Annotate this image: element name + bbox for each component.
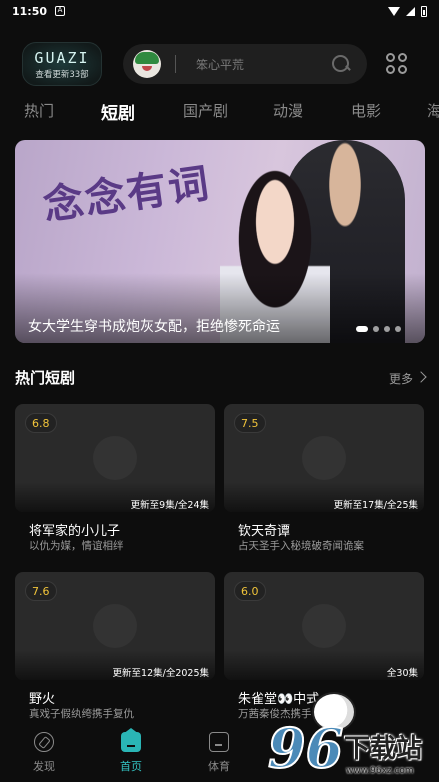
drama-card[interactable]: 6.8 更新至9集/全24集 将军家的小儿子 以仇为媒，情谊相绊 <box>15 404 215 554</box>
image-placeholder-icon <box>302 604 346 648</box>
home-icon <box>121 728 141 752</box>
nav-discover[interactable]: 发现 <box>14 732 74 774</box>
tab-more[interactable]: 海 <box>427 100 439 121</box>
banner-pagination <box>356 326 401 332</box>
app-logo[interactable]: GUAZI 查看更新33部 <box>22 42 102 86</box>
tab-short-drama[interactable]: 短剧 <box>101 99 135 124</box>
chevron-right-icon[interactable] <box>415 371 427 383</box>
search-divider <box>175 55 176 73</box>
nav-sports[interactable]: 体育 <box>189 732 249 774</box>
status-time: 11:50 <box>12 4 48 18</box>
top-bar: GUAZI 查看更新33部 笨心平荒 <box>0 40 439 88</box>
pagination-dot[interactable] <box>384 326 390 332</box>
sport-icon <box>209 732 229 752</box>
tab-anime[interactable]: 动漫 <box>273 100 303 121</box>
logo-text: GUAZI <box>34 49 90 67</box>
watermark-number: 96 <box>267 716 344 780</box>
episode-status: 更新至12集/全2025集 <box>112 668 209 679</box>
more-link[interactable]: 更多 <box>389 370 413 387</box>
drama-card[interactable]: 7.5 更新至17集/全25集 钦天奇谭 占天圣手入秘境破奇闻诡案 <box>224 404 424 554</box>
drama-thumbnail[interactable]: 6.0 全30集 <box>224 572 424 680</box>
rating-badge: 7.6 <box>25 581 57 601</box>
search-bar[interactable]: 笨心平荒 <box>123 44 367 84</box>
wifi-icon <box>388 6 400 16</box>
drama-title[interactable]: 将军家的小儿子 <box>29 520 120 539</box>
drama-title[interactable]: 钦天奇谭 <box>238 520 290 539</box>
image-placeholder-icon <box>302 436 346 480</box>
avatar[interactable] <box>133 50 161 78</box>
image-placeholder-icon <box>93 604 137 648</box>
tab-hot[interactable]: 热门 <box>24 100 54 121</box>
site-watermark: 96 下载站 www.96xz.com <box>262 690 439 782</box>
episode-status: 全30集 <box>386 668 418 679</box>
pagination-dot[interactable] <box>395 326 401 332</box>
categories-grid-icon[interactable] <box>386 53 410 77</box>
drama-title[interactable]: 野火 <box>29 688 55 707</box>
tab-movie[interactable]: 电影 <box>351 100 381 121</box>
episode-status: 更新至17集/全25集 <box>333 500 418 511</box>
drama-description: 占天圣手入秘境破奇闻诡案 <box>238 540 364 552</box>
banner-caption: 女大学生穿书成炮灰女配，拒绝惨死命运 <box>28 319 280 335</box>
status-bar: 11:50 A <box>0 0 439 22</box>
image-placeholder-icon <box>93 436 137 480</box>
drama-thumbnail[interactable]: 7.5 更新至17集/全25集 <box>224 404 424 512</box>
search-icon[interactable] <box>331 54 351 74</box>
rating-badge: 7.5 <box>234 413 266 433</box>
search-input[interactable]: 笨心平荒 <box>196 56 331 73</box>
rating-badge: 6.8 <box>25 413 57 433</box>
notification-icon: A <box>55 6 66 16</box>
nav-label: 首页 <box>120 760 142 773</box>
section-title: 热门短剧 <box>15 369 76 387</box>
episode-status: 更新至9集/全24集 <box>130 500 209 511</box>
nav-home[interactable]: 首页 <box>101 728 161 774</box>
hero-banner[interactable]: 念念有词 女大学生穿书成炮灰女配，拒绝惨死命运 <box>15 140 425 343</box>
pagination-dot[interactable] <box>373 326 379 332</box>
rating-badge: 6.0 <box>234 581 266 601</box>
compass-icon <box>34 732 54 752</box>
status-indicators <box>388 5 427 17</box>
nav-label: 发现 <box>33 760 55 773</box>
nav-label: 体育 <box>208 760 230 773</box>
tab-domestic-drama[interactable]: 国产剧 <box>183 100 228 121</box>
update-count-label: 查看更新33部 <box>35 70 89 80</box>
watermark-url: www.96xz.com <box>346 766 414 776</box>
banner-art-title: 念念有词 <box>40 159 214 230</box>
drama-description: 以仇为媒，情谊相绊 <box>29 540 124 552</box>
drama-thumbnail[interactable]: 7.6 更新至12集/全2025集 <box>15 572 215 680</box>
watermark-text: 下载站 <box>344 734 423 764</box>
battery-icon <box>421 5 427 17</box>
drama-card[interactable]: 7.6 更新至12集/全2025集 野火 真戏子假纨绔携手复仇 <box>15 572 215 722</box>
pagination-dot[interactable] <box>356 326 368 332</box>
section-header: 热门短剧 更多 <box>15 367 427 389</box>
signal-icon <box>406 6 415 16</box>
category-tabs: 热门 短剧 国产剧 动漫 电影 海 <box>0 100 439 130</box>
drama-description: 真戏子假纨绔携手复仇 <box>29 708 134 720</box>
drama-thumbnail[interactable]: 6.8 更新至9集/全24集 <box>15 404 215 512</box>
